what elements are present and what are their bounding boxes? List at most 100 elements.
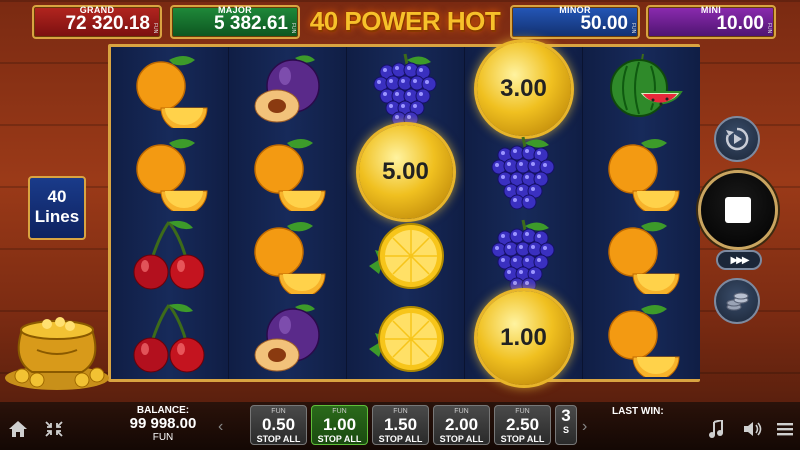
reel-5 bbox=[583, 47, 700, 379]
bet-scroll-right-button[interactable]: › bbox=[582, 418, 587, 436]
fullscreen-icon bbox=[45, 421, 63, 437]
lines-badge: 40 Lines bbox=[28, 176, 86, 240]
pot-of-gold-icon bbox=[2, 300, 112, 395]
orange-icon bbox=[135, 138, 208, 211]
home-button[interactable] bbox=[8, 420, 28, 443]
menu-button[interactable] bbox=[776, 421, 794, 442]
menu-icon bbox=[777, 423, 793, 436]
reel-divider bbox=[228, 47, 229, 379]
bet-stop-all-label: STOP ALL bbox=[256, 434, 301, 444]
balance-value: 99 998.00 bbox=[129, 415, 197, 432]
jackpot-grand-currency: FUN bbox=[152, 22, 158, 33]
bet-button[interactable]: FUN 0.50 STOP ALL bbox=[250, 405, 307, 445]
jackpot-minor-value: 50.00 bbox=[580, 13, 628, 34]
bet-value: 0.50 bbox=[261, 415, 296, 434]
spin-stop-button[interactable] bbox=[698, 170, 778, 250]
orange-icon bbox=[135, 55, 208, 128]
bet-button[interactable]: FUN 2.00 STOP ALL bbox=[433, 405, 490, 445]
bet-stop-all-label: STOP ALL bbox=[439, 434, 484, 444]
bet-button[interactable]: FUN 1.50 STOP ALL bbox=[372, 405, 429, 445]
plum-symbol bbox=[229, 296, 346, 379]
lemon-icon bbox=[368, 305, 444, 372]
reel-divider bbox=[464, 47, 465, 379]
grapes-symbol bbox=[465, 130, 582, 213]
bet-stop-all-label: STOP ALL bbox=[317, 434, 362, 444]
plum-icon bbox=[254, 54, 320, 122]
fullscreen-button[interactable] bbox=[44, 420, 64, 443]
sound-icon bbox=[744, 422, 762, 436]
bet-stop-all-label: STOP ALL bbox=[500, 434, 545, 444]
music-icon bbox=[709, 418, 723, 438]
orange-symbol bbox=[229, 130, 346, 213]
jackpot-mini-currency: FUN bbox=[766, 22, 772, 33]
orange-icon bbox=[607, 221, 680, 294]
jackpot-mini: MINI 10.00 FUN bbox=[646, 5, 776, 39]
cherry-symbol bbox=[111, 296, 228, 379]
jackpot-major-currency: FUN bbox=[290, 22, 296, 33]
reel-area: 5.00 3.00 1.00 bbox=[108, 41, 700, 385]
orange-icon bbox=[607, 138, 680, 211]
sound-button[interactable] bbox=[742, 420, 764, 443]
bet-value: 2.00 bbox=[444, 415, 479, 434]
bet-value: 2.50 bbox=[505, 415, 540, 434]
watermelon-icon bbox=[609, 53, 683, 117]
bet-stop-all-label: S bbox=[562, 425, 569, 435]
orange-symbol bbox=[583, 213, 700, 296]
cherry-icon bbox=[133, 303, 204, 372]
lines-count: 40 bbox=[47, 187, 67, 206]
last-win-label: LAST WIN: bbox=[612, 406, 664, 417]
coin-value: 1.00 bbox=[500, 323, 547, 351]
bet-value: 1.50 bbox=[383, 415, 418, 434]
coin-symbol: 5.00 bbox=[347, 124, 464, 219]
bet-button[interactable]: FUN 1.00 STOP ALL bbox=[311, 405, 368, 445]
coin-symbol: 3.00 bbox=[465, 41, 582, 136]
cherry-icon bbox=[133, 220, 204, 289]
lemon-icon bbox=[368, 222, 444, 289]
watermelon-symbol bbox=[583, 47, 700, 130]
home-icon bbox=[9, 421, 27, 437]
lemon-symbol bbox=[347, 296, 464, 379]
bet-value: 1.00 bbox=[322, 415, 357, 434]
reel-3: 5.00 bbox=[347, 47, 464, 379]
cherry-symbol bbox=[111, 213, 228, 296]
jackpot-major-value: 5 382.61 bbox=[214, 13, 288, 34]
bet-scroll-left-button[interactable]: ‹ bbox=[218, 418, 223, 436]
orange-symbol bbox=[229, 213, 346, 296]
music-button[interactable] bbox=[708, 418, 724, 443]
turbo-button[interactable]: ▶▶▶ bbox=[716, 250, 762, 270]
orange-icon bbox=[607, 304, 680, 377]
lemon-symbol bbox=[347, 213, 464, 296]
balance-display: BALANCE: 99 998.00 FUN bbox=[118, 405, 208, 443]
balance-currency: FUN bbox=[152, 432, 174, 443]
reel-4: 3.00 1.00 bbox=[465, 41, 582, 385]
coin-value: 3.00 bbox=[500, 74, 547, 102]
coin-icon: 1.00 bbox=[476, 290, 571, 385]
autoplay-button[interactable] bbox=[714, 116, 760, 162]
bet-settings-button[interactable] bbox=[714, 278, 760, 324]
jackpot-minor: MINOR 50.00 FUN bbox=[510, 5, 640, 39]
jackpot-grand: GRAND 72 320.18 FUN bbox=[32, 5, 162, 39]
stop-icon bbox=[725, 197, 751, 223]
game-title: 40 POWER HOT bbox=[309, 6, 501, 36]
coin-symbol: 1.00 bbox=[465, 290, 582, 385]
orange-icon bbox=[253, 138, 326, 211]
grapes-icon bbox=[373, 53, 436, 126]
reel-divider bbox=[582, 47, 583, 379]
reel-1 bbox=[111, 47, 228, 379]
plum-symbol bbox=[229, 47, 346, 130]
reel-2 bbox=[229, 47, 346, 379]
autoplay-icon bbox=[725, 127, 749, 151]
jackpot-major: MAJOR 5 382.61 FUN bbox=[170, 5, 300, 39]
reel-divider bbox=[346, 47, 347, 379]
coin-value: 5.00 bbox=[382, 157, 429, 185]
orange-symbol bbox=[111, 130, 228, 213]
coin-icon: 5.00 bbox=[358, 124, 453, 219]
plum-icon bbox=[254, 303, 320, 371]
bet-value: 3 bbox=[561, 406, 571, 425]
orange-symbol bbox=[583, 296, 700, 379]
bet-stop-all-label: STOP ALL bbox=[378, 434, 423, 444]
orange-symbol bbox=[583, 130, 700, 213]
grapes-icon bbox=[491, 219, 554, 292]
bet-button[interactable]: FUN 2.50 STOP ALL bbox=[494, 405, 551, 445]
bet-button[interactable]: 3S bbox=[555, 405, 577, 445]
